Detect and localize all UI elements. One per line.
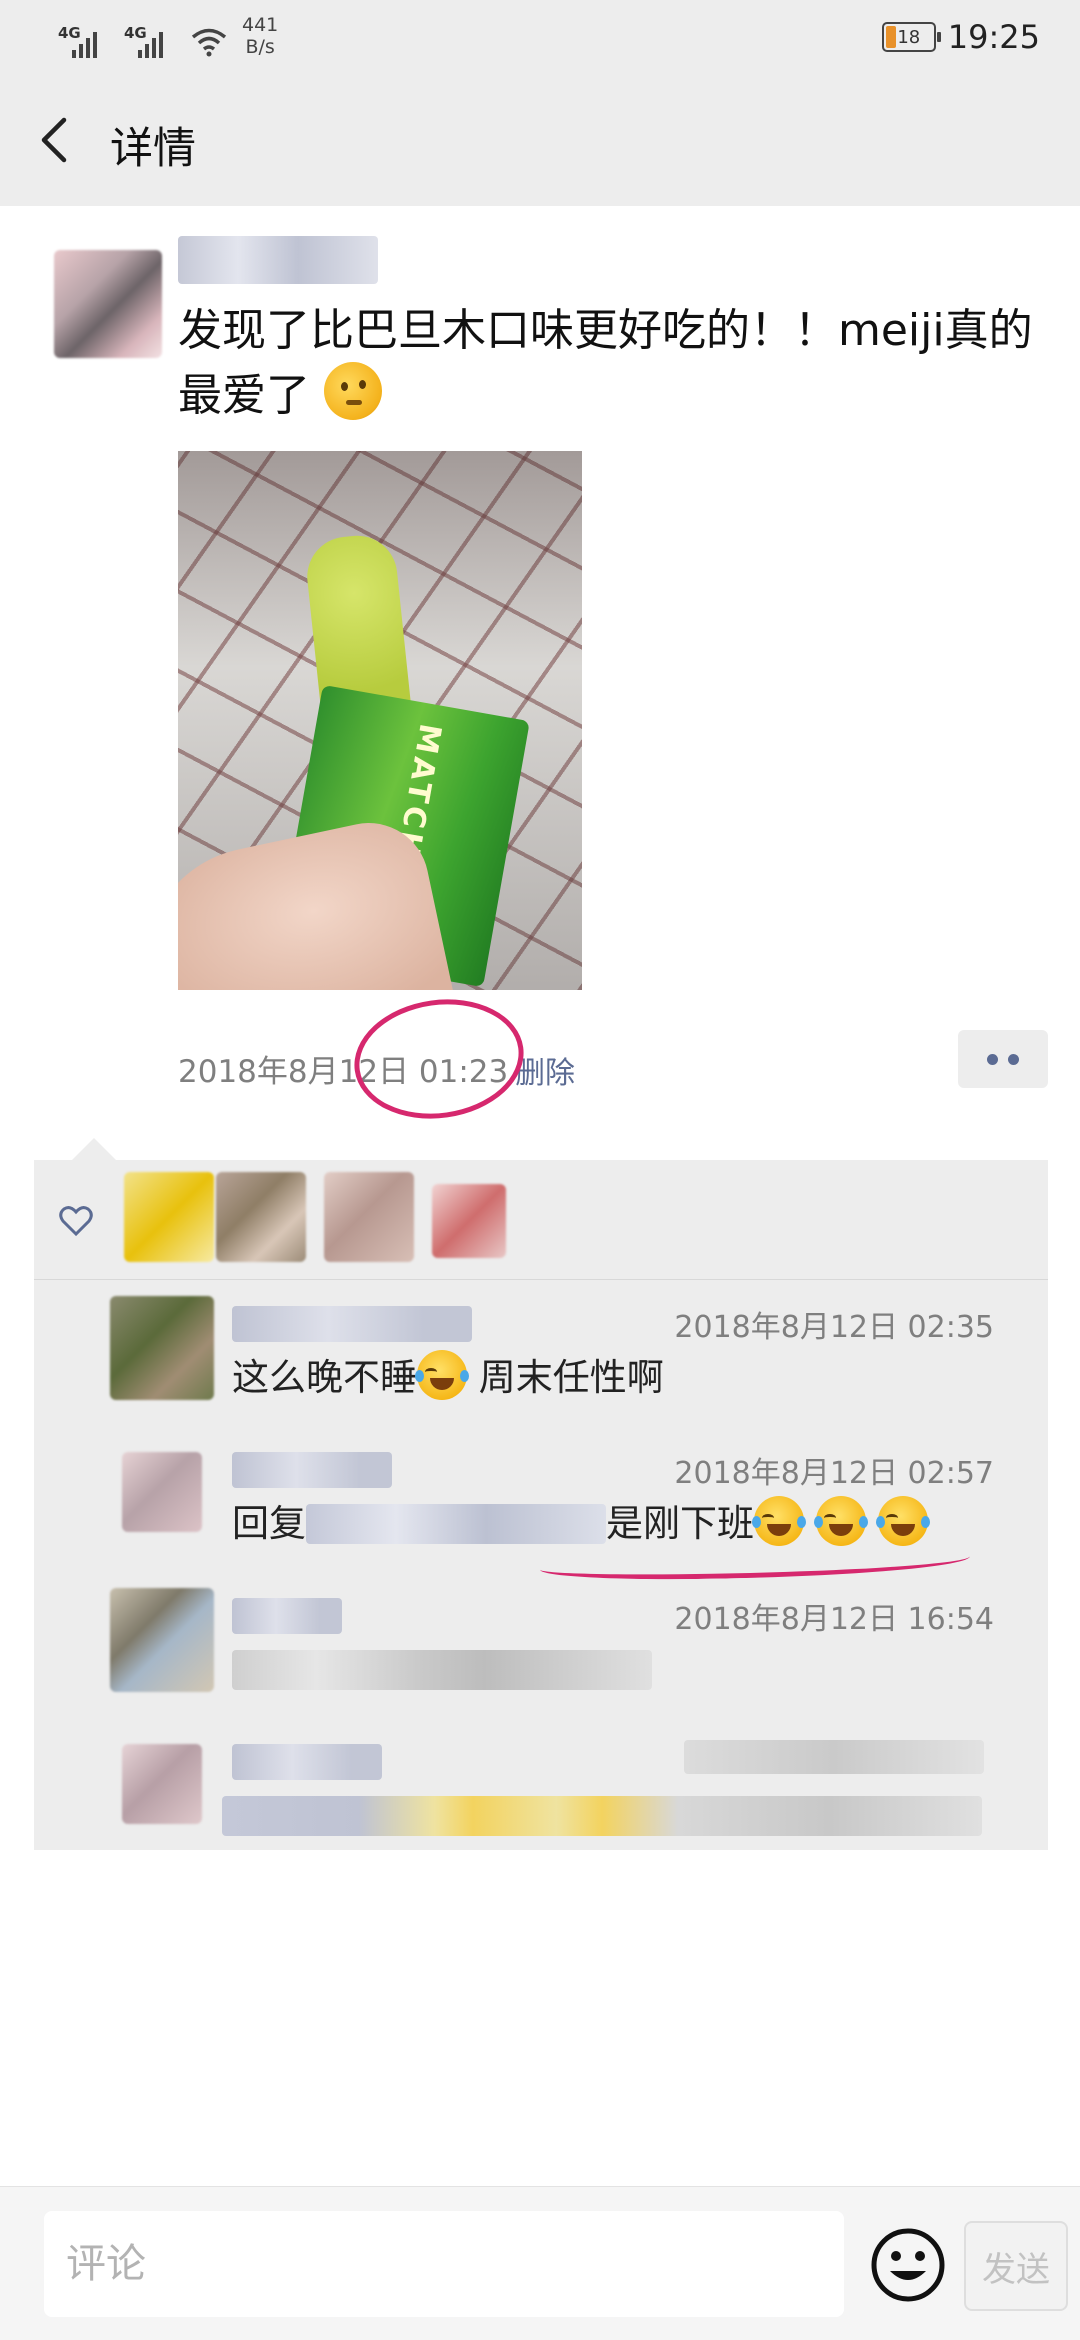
comment-text-part: 这么晚不睡	[232, 1356, 417, 1399]
title-bar: 详情	[0, 72, 1080, 206]
status-left: 4G 4G 441 B/s	[58, 14, 278, 58]
avatar[interactable]	[110, 1588, 214, 1692]
avatar[interactable]	[110, 1296, 214, 1400]
heart-icon	[59, 1206, 93, 1237]
reply-prefix: 回复	[232, 1502, 306, 1545]
comment-timestamp-blurred	[684, 1740, 984, 1774]
avatar[interactable]	[122, 1452, 202, 1532]
smiley-icon[interactable]	[868, 2225, 948, 2305]
comment-text-part: 是刚下班	[606, 1502, 754, 1545]
comment-item[interactable]	[34, 1724, 1048, 1870]
laughing-face-emoji-icon	[813, 1496, 868, 1546]
laughing-face-emoji-icon	[875, 1496, 930, 1546]
comment-bar: 发送	[0, 2186, 1080, 2340]
likes-row	[34, 1160, 1048, 1280]
commenter-name-blurred[interactable]	[232, 1306, 472, 1342]
clock: 19:25	[947, 18, 1040, 56]
commenter-name-blurred[interactable]	[232, 1452, 392, 1488]
liker-avatar[interactable]	[216, 1172, 306, 1262]
signal-icon: 4G	[124, 24, 176, 58]
post-photo[interactable]: MATCHA	[178, 451, 582, 990]
commenter-name-blurred[interactable]	[232, 1744, 382, 1780]
speed-unit: B/s	[245, 36, 275, 58]
reply-target-blurred[interactable]	[306, 1504, 606, 1544]
comment-text-part: 周末任性啊	[467, 1356, 664, 1399]
comments-panel: 2018年8月12日 02:35 这么晚不睡 周末任性啊 2018年8月12日 …	[34, 1138, 1048, 1850]
battery-level: 18	[897, 26, 921, 48]
comment-text-blurred	[222, 1796, 982, 1836]
delete-link[interactable]: 删除	[515, 1048, 575, 1092]
comment-item[interactable]: 2018年8月12日 02:35 这么晚不睡 周末任性啊	[34, 1286, 1048, 1432]
thinking-face-emoji-icon	[324, 362, 382, 420]
page-title: 详情	[110, 124, 196, 174]
status-right: 18 19:25	[881, 18, 1040, 56]
wifi-icon	[191, 28, 227, 57]
red-circle-annotation	[346, 988, 532, 1130]
liker-avatar[interactable]	[124, 1172, 214, 1262]
liker-avatar[interactable]	[432, 1184, 506, 1258]
comment-timestamp: 2018年8月12日 16:54	[674, 1602, 994, 1637]
comment-input[interactable]	[44, 2211, 844, 2317]
comment-item[interactable]: 2018年8月12日 16:54	[34, 1578, 1048, 1724]
send-button[interactable]: 发送	[964, 2221, 1068, 2311]
comment-timestamp: 2018年8月12日 02:35	[674, 1310, 994, 1345]
avatar[interactable]	[122, 1744, 202, 1824]
post-text-content: 发现了比巴旦木口味更好吃的！！meiji真的最爱了	[178, 305, 1033, 421]
laughing-face-emoji-icon	[752, 1496, 806, 1546]
laughing-face-emoji-icon	[415, 1350, 469, 1400]
battery-icon: 18	[881, 22, 941, 52]
comment-text-blurred	[232, 1650, 652, 1690]
liker-avatar[interactable]	[324, 1172, 414, 1262]
comment-text: 这么晚不睡 周末任性啊	[232, 1348, 664, 1408]
more-dots-icon	[1008, 1053, 1019, 1065]
chevron-left-icon[interactable]	[30, 110, 80, 170]
more-dots-icon	[987, 1053, 998, 1065]
commenter-name-blurred[interactable]	[232, 1598, 342, 1634]
username-blurred[interactable]	[178, 236, 378, 284]
speed-value: 441	[242, 14, 279, 36]
more-button[interactable]	[958, 1030, 1048, 1088]
signal-icon: 4G	[58, 24, 110, 58]
status-bar: 4G 4G 441 B/s 18 19:25	[0, 0, 1080, 72]
post-text: 发现了比巴旦木口味更好吃的！！meiji真的最爱了	[178, 300, 1038, 427]
avatar[interactable]	[54, 250, 162, 358]
comment-timestamp: 2018年8月12日 02:57	[674, 1456, 994, 1491]
network-speed: 441 B/s	[242, 14, 278, 58]
comment-text: 回复 是刚下班	[232, 1494, 930, 1554]
